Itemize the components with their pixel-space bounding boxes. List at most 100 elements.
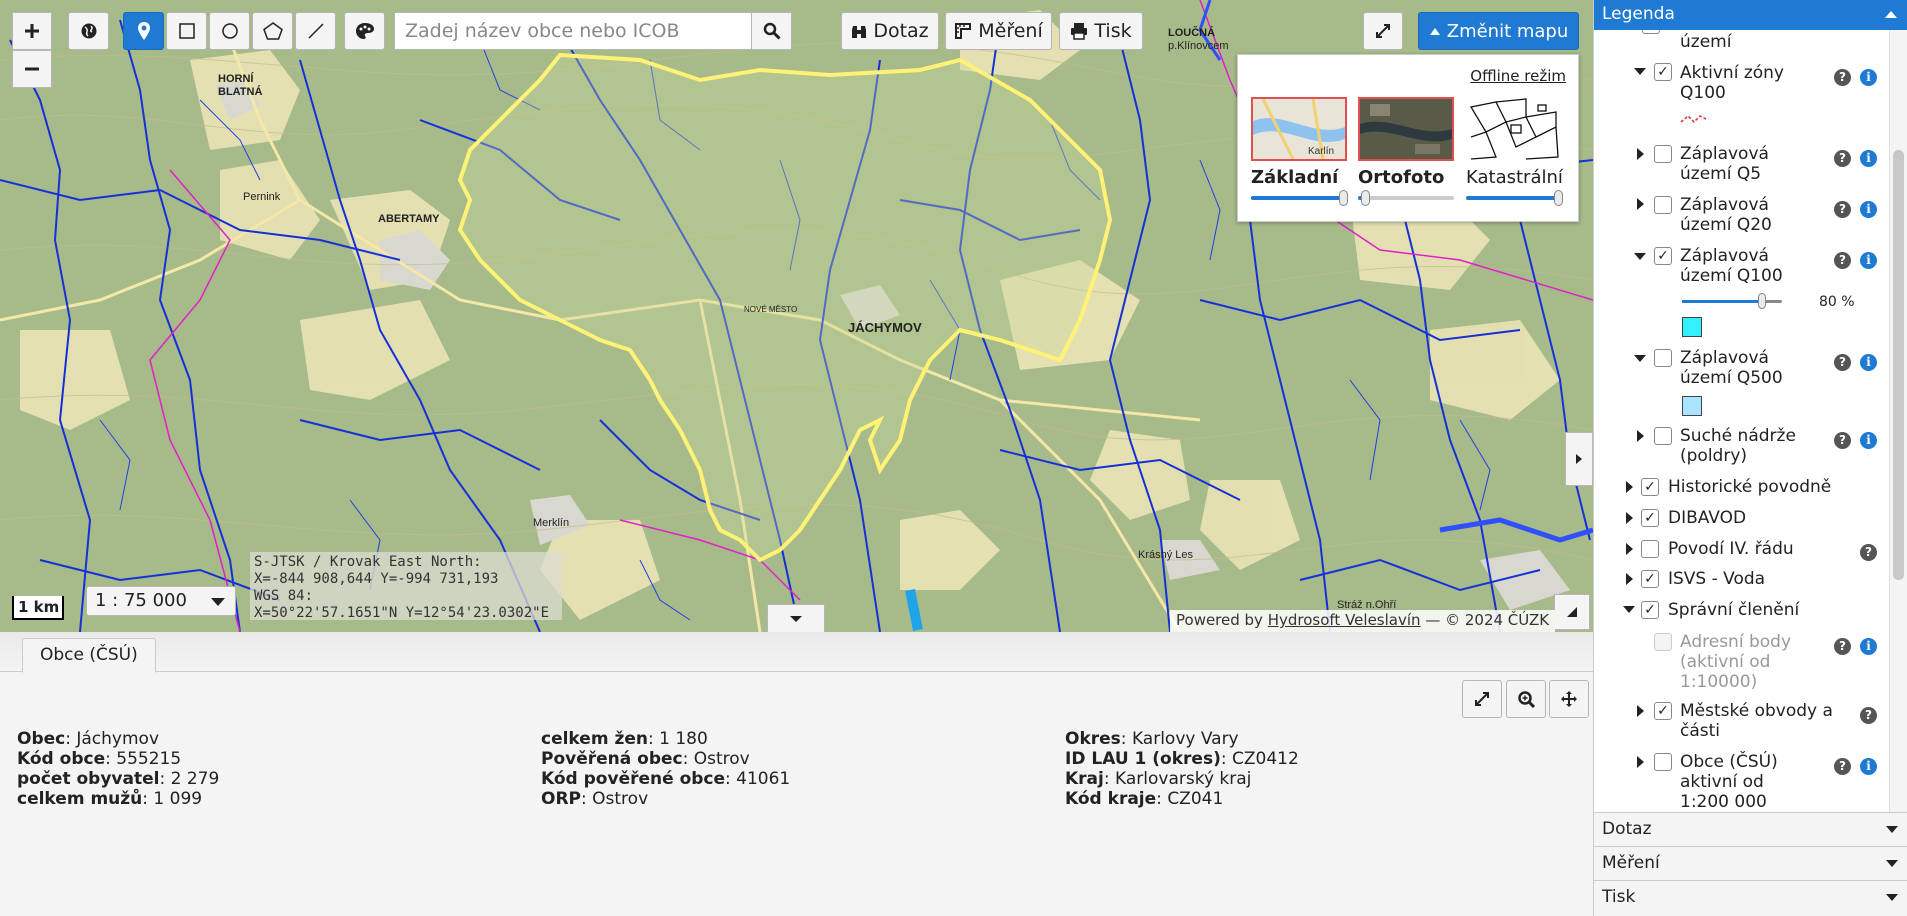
expand-arrow-icon[interactable] <box>1626 573 1633 585</box>
print-button[interactable]: Tisk <box>1059 12 1143 50</box>
info-icon[interactable]: i <box>1860 252 1877 269</box>
collapse-panel-button[interactable] <box>767 604 825 632</box>
accordion-query[interactable]: Dotaz <box>1594 812 1907 846</box>
layer-checkbox[interactable] <box>1654 753 1672 771</box>
globe-button[interactable] <box>68 12 109 50</box>
info-icon[interactable]: i <box>1860 758 1877 775</box>
expand-arrow-icon[interactable] <box>1637 430 1644 442</box>
layer-checkbox[interactable] <box>1654 633 1672 651</box>
search-input[interactable] <box>395 14 751 48</box>
attribution-link[interactable]: Hydrosoft Veleslavín <box>1268 611 1421 629</box>
expand-arrow-icon[interactable] <box>1637 756 1644 768</box>
basemap-name: Katastrální <box>1466 167 1563 188</box>
tab-obce-csu[interactable]: Obce (ČSÚ) <box>22 638 156 673</box>
expand-arrow-icon[interactable] <box>1637 198 1644 210</box>
info-icon[interactable]: i <box>1860 69 1877 86</box>
layer-checkbox[interactable]: ✓ <box>1641 601 1659 619</box>
help-icon[interactable]: ? <box>1834 201 1851 218</box>
overview-map-button[interactable] <box>1554 594 1590 630</box>
ortho-opacity-slider[interactable] <box>1358 190 1454 206</box>
printer-icon <box>1071 23 1088 40</box>
collapse-arrow-icon[interactable] <box>1634 68 1646 75</box>
rectangle-tool-button[interactable] <box>166 12 207 50</box>
layer-checkbox[interactable]: ✓ <box>1654 247 1672 265</box>
map-view[interactable]: HORNÍ BLATNÁ ABERTAMY Pernink JÁCHYMOV LO… <box>0 0 1593 632</box>
point-tool-button[interactable] <box>123 12 164 50</box>
ortho-map-thumbnail[interactable] <box>1358 97 1454 161</box>
layer-checkbox[interactable] <box>1642 30 1660 34</box>
layer-checkbox[interactable] <box>1654 145 1672 163</box>
info-icon[interactable]: i <box>1860 201 1877 218</box>
attribution-suffix: — © 2024 ČÚZK <box>1425 611 1550 629</box>
fullscreen-button[interactable] <box>1363 12 1403 50</box>
layer-checkbox[interactable] <box>1654 427 1672 445</box>
layer-checkbox[interactable]: ✓ <box>1654 63 1672 81</box>
info-row: počet obyvatel: 2 279 <box>17 769 220 789</box>
basic-opacity-slider[interactable] <box>1251 190 1348 206</box>
info-icon[interactable]: i <box>1860 432 1877 449</box>
zoom-in-button[interactable] <box>12 12 52 50</box>
palette-button[interactable] <box>344 12 385 50</box>
help-icon[interactable]: ? <box>1834 432 1851 449</box>
collapse-arrow-icon[interactable] <box>1634 253 1646 260</box>
zoom-to-feature-button[interactable] <box>1506 680 1546 718</box>
circle-icon <box>221 23 238 39</box>
expand-arrow-icon[interactable] <box>1626 481 1633 493</box>
help-icon[interactable]: ? <box>1834 69 1851 86</box>
collapse-arrow-icon[interactable] <box>1634 355 1646 362</box>
expand-arrow-icon[interactable] <box>1637 705 1644 717</box>
basemap-option-basic[interactable]: Karlín Základní <box>1251 97 1348 206</box>
collapse-arrow-icon[interactable] <box>1623 606 1635 613</box>
help-icon[interactable]: ? <box>1834 638 1851 655</box>
rectangle-icon <box>178 23 195 39</box>
pan-to-feature-button[interactable] <box>1549 680 1589 718</box>
scale-select[interactable]: 1 : 75 000 <box>86 586 236 616</box>
legend-tree[interactable]: území ✓ Aktivní zóny Q100 ? i Záplavová úz… <box>1594 30 1907 812</box>
panel-fullscreen-button[interactable] <box>1462 680 1502 718</box>
layer-checkbox[interactable]: ✓ <box>1654 702 1672 720</box>
help-icon[interactable]: ? <box>1860 707 1877 724</box>
zoom-out-button[interactable] <box>12 50 52 88</box>
search-button[interactable] <box>751 13 791 49</box>
basic-map-thumbnail[interactable]: Karlín <box>1251 97 1347 161</box>
layer-checkbox[interactable]: ✓ <box>1641 509 1659 527</box>
layer-checkbox[interactable]: ✓ <box>1641 570 1659 588</box>
help-icon[interactable]: ? <box>1834 252 1851 269</box>
layer-checkbox[interactable]: ✓ <box>1641 478 1659 496</box>
help-icon[interactable]: ? <box>1834 758 1851 775</box>
offline-mode-link[interactable]: Offline režim <box>1470 67 1566 85</box>
polygon-tool-button[interactable] <box>252 12 293 50</box>
measure-button[interactable]: Měření <box>945 12 1052 50</box>
svg-text:Karlín: Karlín <box>1308 146 1334 157</box>
cadastral-map-thumbnail[interactable] <box>1466 97 1562 161</box>
help-icon[interactable]: ? <box>1834 150 1851 167</box>
q100-opacity-slider[interactable] <box>1682 293 1782 309</box>
layer-checkbox[interactable] <box>1654 196 1672 214</box>
accordion-print[interactable]: Tisk <box>1594 880 1907 916</box>
basemap-option-ortho[interactable]: Ortofoto <box>1358 97 1454 206</box>
help-icon[interactable]: ? <box>1834 354 1851 371</box>
query-button[interactable]: Dotaz <box>841 12 939 50</box>
expand-arrow-icon[interactable] <box>1626 543 1633 555</box>
line-tool-button[interactable] <box>295 12 336 50</box>
expand-legend-button[interactable] <box>1565 432 1593 486</box>
accordion-measure[interactable]: Měření <box>1594 846 1907 880</box>
info-icon[interactable]: i <box>1860 150 1877 167</box>
cadastral-opacity-slider[interactable] <box>1466 190 1563 206</box>
legend-scrollbar[interactable] <box>1889 30 1907 812</box>
change-map-button[interactable]: Změnit mapu <box>1418 12 1579 50</box>
info-icon[interactable]: i <box>1860 354 1877 371</box>
expand-arrow-icon[interactable] <box>1626 512 1633 524</box>
help-icon[interactable]: ? <box>1860 544 1877 561</box>
layer-checkbox[interactable] <box>1654 349 1672 367</box>
scrollbar-thumb[interactable] <box>1893 150 1904 580</box>
search-box[interactable] <box>394 12 792 50</box>
legend-header[interactable]: Legenda <box>1594 0 1907 30</box>
attribution-prefix: Powered by <box>1176 611 1263 629</box>
expand-arrow-icon[interactable] <box>1637 148 1644 160</box>
info-icon[interactable]: i <box>1860 638 1877 655</box>
info-tabstrip: Obce (ČSÚ) <box>0 632 1593 673</box>
circle-tool-button[interactable] <box>209 12 250 50</box>
basemap-option-cadastral[interactable]: Katastrální <box>1466 97 1563 206</box>
layer-checkbox[interactable] <box>1641 540 1659 558</box>
